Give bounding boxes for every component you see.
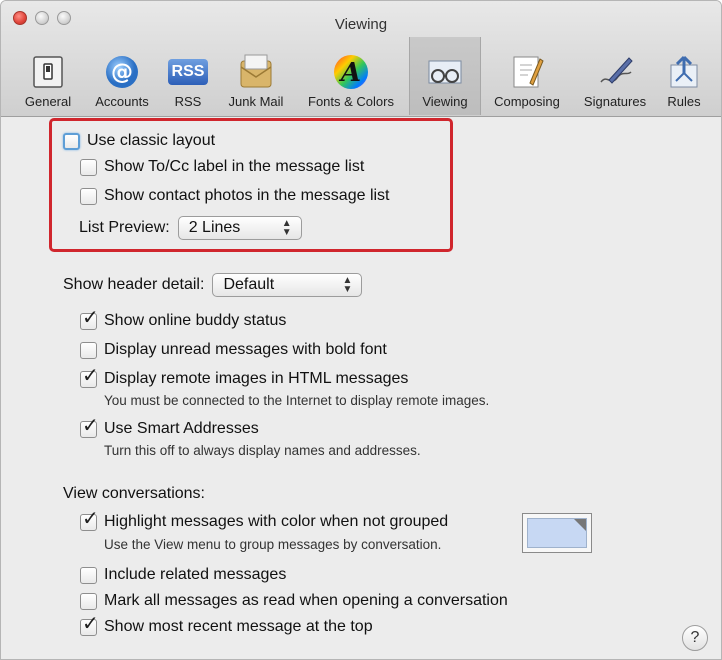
- tab-viewing-label: Viewing: [422, 94, 468, 109]
- list-preview-popup[interactable]: 2 Lines ▲ ▼: [177, 216, 302, 240]
- rss-icon: RSS: [168, 52, 208, 92]
- header-detail-row: Show header detail: Default ▲ ▼: [63, 273, 363, 297]
- general-switch-icon: [28, 52, 68, 92]
- use-classic-layout-label: Use classic layout: [87, 132, 216, 149]
- mark-read-checkbox[interactable]: [80, 592, 97, 610]
- header-detail-value: Default: [223, 276, 275, 293]
- highlight-color-well[interactable]: [522, 513, 592, 553]
- tab-junk-mail[interactable]: Junk Mail: [217, 39, 295, 115]
- smart-addresses-label: Use Smart Addresses: [104, 420, 259, 437]
- help-button[interactable]: ?: [682, 625, 708, 651]
- unread-bold-checkbox[interactable]: [80, 341, 97, 359]
- tab-rss[interactable]: RSS RSS: [163, 39, 213, 115]
- tab-fonts-colors[interactable]: A Fonts & Colors: [297, 39, 405, 115]
- recent-top-label: Show most recent message at the top: [104, 618, 373, 635]
- remote-images-note: You must be connected to the Internet to…: [104, 393, 490, 408]
- buddy-status-checkbox[interactable]: ✓: [80, 308, 99, 330]
- use-classic-layout-checkbox[interactable]: [63, 132, 80, 150]
- tab-signatures[interactable]: Signatures: [575, 39, 655, 115]
- highlight-messages-note: Use the View menu to group messages by c…: [104, 537, 442, 552]
- tab-accounts[interactable]: @ Accounts: [85, 39, 159, 115]
- preferences-toolbar: General @ Accounts RSS RSS Junk Mail A F…: [1, 37, 721, 117]
- unread-bold-label: Display unread messages with bold font: [104, 341, 387, 358]
- tab-rss-label: RSS: [174, 94, 202, 109]
- recent-top-option[interactable]: ✓ Show most recent message at the top: [80, 614, 373, 636]
- show-tocc-checkbox[interactable]: [80, 158, 97, 176]
- highlight-messages-label: Highlight messages with color when not g…: [104, 513, 449, 530]
- svg-text:A: A: [338, 58, 361, 88]
- svg-text:@: @: [111, 60, 133, 85]
- composing-icon: [507, 52, 547, 92]
- tab-fonts-colors-label: Fonts & Colors: [308, 94, 394, 109]
- unread-bold-option[interactable]: Display unread messages with bold font: [80, 341, 387, 359]
- tab-composing[interactable]: Composing: [483, 39, 571, 115]
- show-contact-photos-checkbox[interactable]: [80, 187, 97, 205]
- signature-pen-icon: [595, 52, 635, 92]
- highlight-color-swatch: [527, 518, 587, 548]
- header-detail-popup[interactable]: Default ▲ ▼: [212, 273, 363, 297]
- title-bar: Viewing General @ Accounts RSS RSS Junk …: [1, 1, 721, 117]
- tab-rules-label: Rules: [667, 94, 701, 109]
- popup-arrows-icon: ▲ ▼: [342, 275, 353, 295]
- tab-general-label: General: [24, 94, 72, 109]
- smart-addresses-checkbox[interactable]: ✓: [80, 416, 99, 438]
- tab-viewing[interactable]: Viewing: [409, 37, 481, 115]
- junk-mail-icon: [236, 52, 276, 92]
- remote-images-option[interactable]: ✓ Display remote images in HTML messages: [80, 366, 409, 388]
- show-tocc-option[interactable]: Show To/Cc label in the message list: [80, 158, 364, 176]
- highlight-messages-checkbox[interactable]: ✓: [80, 509, 99, 531]
- mark-read-label: Mark all messages as read when opening a…: [104, 592, 508, 609]
- list-preview-row: List Preview: 2 Lines ▲ ▼: [79, 216, 302, 240]
- remote-images-label: Display remote images in HTML messages: [104, 370, 409, 387]
- tab-rules[interactable]: Rules: [657, 39, 711, 115]
- tab-junk-mail-label: Junk Mail: [228, 94, 284, 109]
- remote-images-checkbox[interactable]: ✓: [80, 366, 99, 388]
- recent-top-checkbox[interactable]: ✓: [80, 614, 99, 636]
- include-related-checkbox[interactable]: [80, 566, 97, 584]
- rules-icon: [664, 52, 704, 92]
- tab-accounts-label: Accounts: [95, 94, 149, 109]
- buddy-status-label: Show online buddy status: [104, 312, 287, 329]
- include-related-label: Include related messages: [104, 566, 287, 583]
- preferences-window: Viewing General @ Accounts RSS RSS Junk …: [0, 0, 722, 660]
- buddy-status-option[interactable]: ✓ Show online buddy status: [80, 308, 287, 330]
- popup-arrows-icon: ▲ ▼: [281, 218, 292, 238]
- list-preview-label: List Preview:: [79, 219, 170, 236]
- show-tocc-label: Show To/Cc label in the message list: [104, 158, 365, 175]
- view-conversations-label: View conversations:: [63, 485, 205, 502]
- tab-general[interactable]: General: [15, 39, 81, 115]
- at-sign-icon: @: [102, 52, 142, 92]
- window-title: Viewing: [334, 16, 388, 33]
- show-contact-photos-label: Show contact photos in the message list: [104, 187, 390, 204]
- smart-addresses-option[interactable]: ✓ Use Smart Addresses: [80, 416, 259, 438]
- highlight-messages-option[interactable]: ✓ Highlight messages with color when not…: [80, 509, 449, 531]
- use-classic-layout-option[interactable]: Use classic layout: [63, 132, 215, 150]
- fonts-colors-icon: A: [331, 52, 371, 92]
- tab-signatures-label: Signatures: [583, 94, 647, 109]
- smart-addresses-note: Turn this off to always display names an…: [104, 443, 421, 458]
- viewing-glasses-icon: [425, 52, 465, 92]
- tab-composing-label: Composing: [494, 94, 560, 109]
- show-contact-photos-option[interactable]: Show contact photos in the message list: [80, 187, 390, 205]
- header-detail-label: Show header detail:: [63, 276, 205, 293]
- include-related-option[interactable]: Include related messages: [80, 566, 286, 584]
- mark-read-option[interactable]: Mark all messages as read when opening a…: [80, 592, 508, 610]
- list-preview-value: 2 Lines: [188, 219, 241, 236]
